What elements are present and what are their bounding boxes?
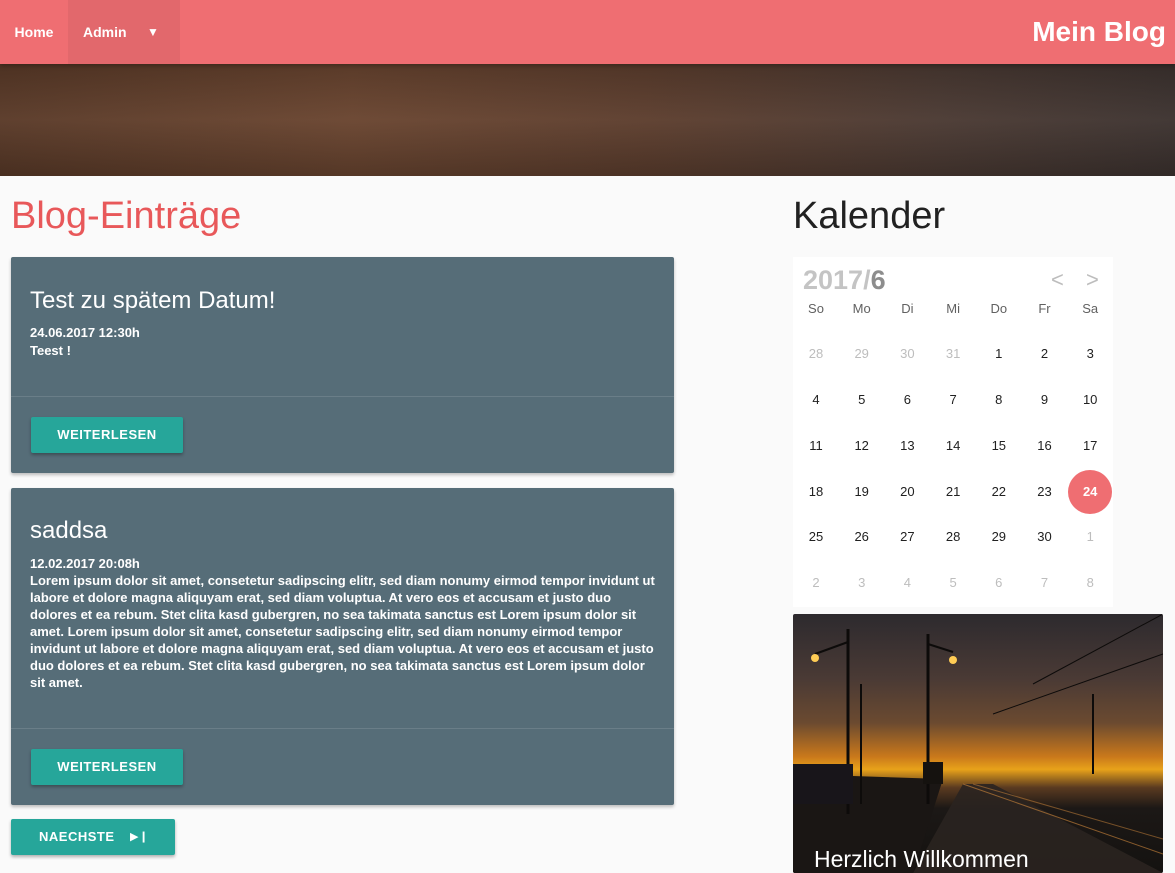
chevron-left-icon[interactable]: < [1051,267,1064,293]
post-excerpt: Lorem ipsum dolor sit amet, consetetur s… [30,573,655,690]
post-excerpt: Teest ! [30,343,71,358]
calendar-day[interactable]: 3 [1067,331,1113,377]
post-title: saddsa [30,517,108,544]
calendar-day[interactable]: 1 [976,331,1022,377]
read-more-button[interactable]: WEITERLESEN [31,417,183,453]
blog-section-title: Blog-Einträge [11,195,242,237]
calendar-day[interactable]: 22 [976,469,1022,515]
calendar-day[interactable]: 21 [930,469,976,515]
calendar-day[interactable]: 12 [839,423,885,469]
calendar-day[interactable]: 30 [884,331,930,377]
brand-logo-text[interactable]: Mein Blog [1032,0,1166,64]
calendar-day[interactable]: 23 [1022,469,1068,515]
calendar-day[interactable]: 17 [1067,423,1113,469]
station-sunset-image [793,614,1163,873]
calendar-day[interactable]: 4 [884,560,930,606]
calendar-day[interactable]: 13 [884,423,930,469]
calendar-day[interactable]: 16 [1022,423,1068,469]
calendar-day[interactable]: 9 [1022,377,1068,423]
calendar-day[interactable]: 8 [976,377,1022,423]
calendar-day[interactable]: 31 [930,331,976,377]
calendar-day[interactable]: 1 [1067,514,1113,560]
calendar-weekday: So [808,301,824,316]
calendar-day[interactable]: 2 [1022,331,1068,377]
calendar-day[interactable]: 4 [793,377,839,423]
blog-post-card: Test zu spätem Datum! 24.06.2017 12:30h … [11,257,674,473]
next-page-label: NAECHSTE [39,829,115,844]
calendar-day[interactable]: 29 [976,514,1022,560]
calendar-day[interactable]: 11 [793,423,839,469]
nav-home-link[interactable]: Home [0,0,68,64]
calendar-day[interactable]: 27 [884,514,930,560]
calendar-month-label: 2017/6 [803,265,886,295]
post-date: 24.06.2017 12:30h [30,325,140,340]
calendar-day[interactable]: 24 [1068,470,1113,514]
calendar-day[interactable]: 30 [1022,514,1068,560]
calendar-day[interactable]: 29 [839,331,885,377]
calendar-day[interactable]: 5 [839,377,885,423]
calendar-weekday: Mo [852,301,871,316]
calendar-day[interactable]: 28 [930,514,976,560]
calendar-weekday: Sa [1082,301,1099,316]
calendar-day[interactable]: 20 [884,469,930,515]
calendar-day[interactable]: 18 [793,469,839,515]
calendar-day[interactable]: 15 [976,423,1022,469]
read-more-button[interactable]: WEITERLESEN [31,749,183,785]
calendar-day[interactable]: 5 [930,560,976,606]
top-navbar: Home Admin ▼ Mein Blog [0,0,1175,64]
calendar-weekday: Do [990,301,1008,316]
calendar-widget: 2017/6 < > So Mo Di Mi Do Fr Sa 28 29 30 31 1 2 3 4 5 6 7… [793,257,1113,607]
calendar-weekday: Mi [946,301,960,316]
calendar-day[interactable]: 7 [930,377,976,423]
calendar-day[interactable]: 25 [793,514,839,560]
chevron-down-icon: ▼ [147,25,159,39]
calendar-day[interactable]: 28 [793,331,839,377]
calendar-day[interactable]: 10 [1067,377,1113,423]
card-divider [11,728,674,729]
calendar-weekday: Di [901,301,914,316]
nav-admin-dropdown[interactable]: Admin ▼ [68,0,180,64]
calendar-day[interactable]: 6 [976,560,1022,606]
chevron-right-icon[interactable]: > [1086,267,1099,293]
post-date: 12.02.2017 20:08h [30,556,140,571]
skip-next-icon: ▶❙ [130,831,149,843]
card-divider [11,396,674,397]
calendar-day[interactable]: 26 [839,514,885,560]
blog-post-card: saddsa 12.02.2017 20:08h Lorem ipsum dol… [11,488,674,805]
calendar-weekday: Fr [1038,301,1051,316]
nav-admin-label: Admin [83,24,127,40]
calendar-day[interactable]: 2 [793,560,839,606]
hero-banner [0,64,1175,176]
calendar-day[interactable]: 6 [884,377,930,423]
calendar-day[interactable]: 7 [1022,560,1068,606]
post-title: Test zu spätem Datum! [30,287,276,314]
calendar-day[interactable]: 3 [839,560,885,606]
next-page-button[interactable]: NAECHSTE ▶❙ [11,819,175,855]
welcome-image-card: Herzlich Willkommen [793,614,1163,873]
calendar-day[interactable]: 19 [839,469,885,515]
calendar-day[interactable]: 8 [1067,560,1113,606]
welcome-caption: Herzlich Willkommen [814,846,1029,872]
calendar-day[interactable]: 14 [930,423,976,469]
calendar-section-title: Kalender [793,195,946,237]
